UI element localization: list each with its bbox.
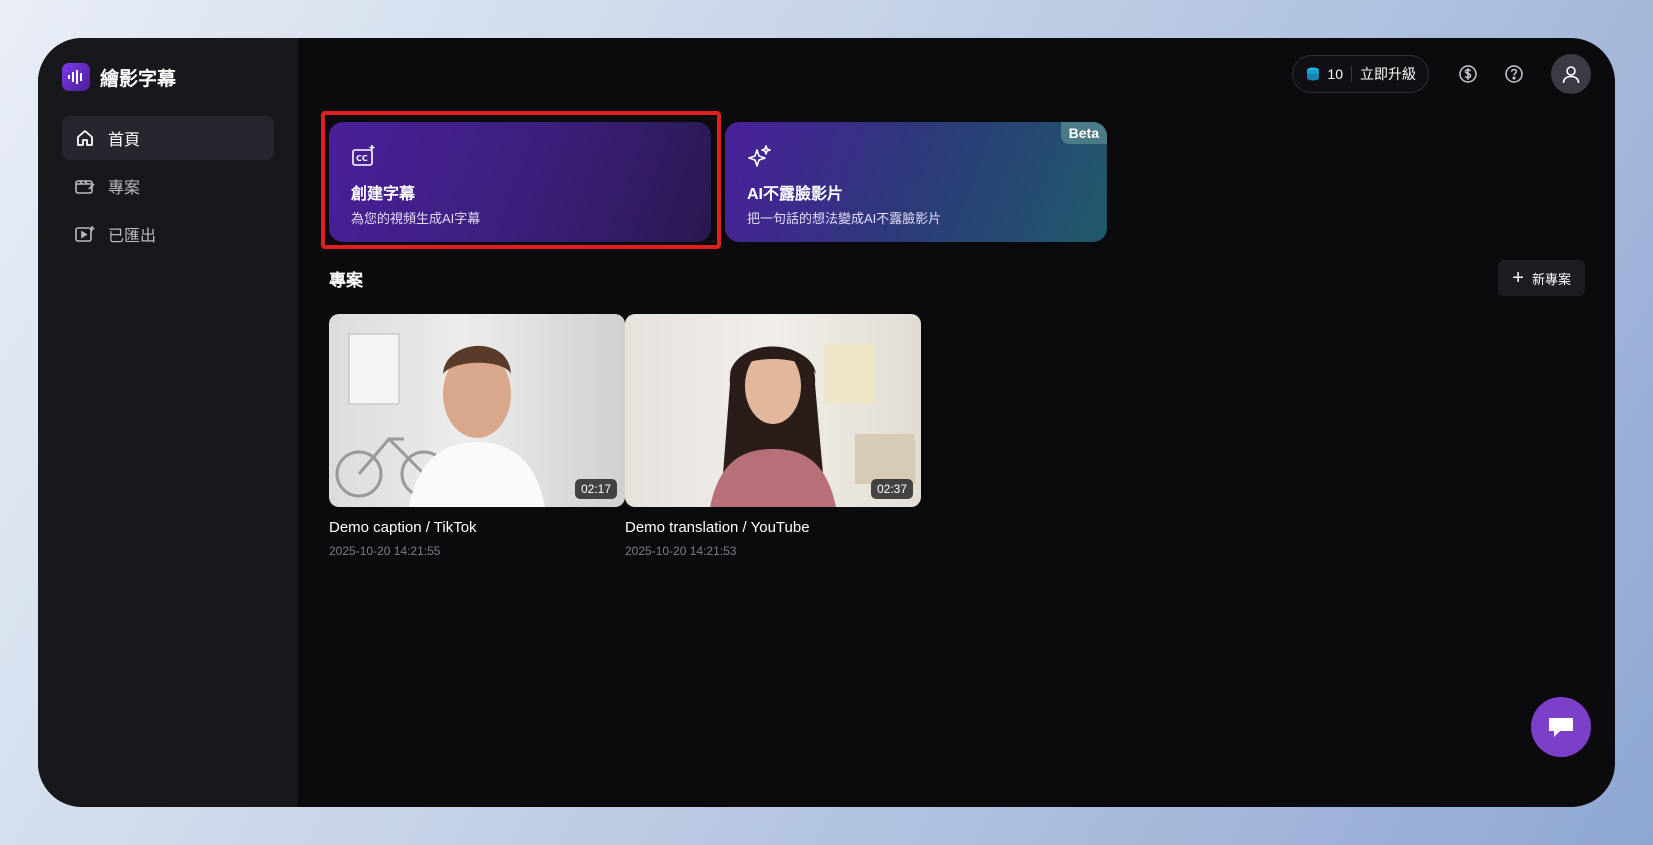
- projects-section-title: 專案: [329, 271, 363, 290]
- user-icon: [1562, 66, 1580, 84]
- app-name: 繪影字幕: [100, 68, 177, 90]
- project-card[interactable]: 02:37 Demo translation / YouTube 2025-10…: [625, 314, 921, 558]
- chat-support-button[interactable]: [1531, 697, 1591, 757]
- sidebar-item-projects[interactable]: 專案: [62, 164, 274, 208]
- create-subtitles-card[interactable]: CC 創建字幕 為您的視頻生成AI字幕: [329, 122, 711, 242]
- project-name: Demo caption / TikTok: [329, 519, 477, 536]
- sparkles-icon: [747, 144, 773, 170]
- home-icon: [74, 127, 96, 149]
- help-icon[interactable]: [1499, 59, 1529, 89]
- sidebar-item-exported[interactable]: 已匯出: [62, 212, 274, 256]
- duration-badge: 02:37: [870, 479, 913, 499]
- sidebar-item-home[interactable]: 首頁: [62, 116, 274, 160]
- brand[interactable]: 繪影字幕: [62, 62, 274, 92]
- plus-icon: +: [1512, 267, 1524, 289]
- upgrade-label: 立即升級: [1360, 66, 1416, 82]
- app-logo-icon: [62, 63, 90, 91]
- project-date: 2025-10-20 14:21:53: [625, 544, 737, 558]
- beta-badge: Beta: [1060, 122, 1107, 144]
- exported-icon: [74, 223, 96, 245]
- cc-icon: CC: [351, 144, 377, 170]
- chat-icon: [1549, 718, 1573, 737]
- card-title: AI不露臉影片: [747, 186, 844, 203]
- card-title: 創建字幕: [351, 186, 416, 203]
- project-thumbnail: 02:37: [625, 314, 921, 507]
- topbar: 10 立即升級: [1292, 54, 1591, 94]
- card-subtitle: 為您的視頻生成AI字幕: [351, 211, 481, 226]
- svg-text:CC: CC: [356, 154, 368, 163]
- projects-icon: [74, 175, 96, 197]
- project-card[interactable]: 02:17 Demo caption / TikTok 2025-10-20 1…: [329, 314, 625, 558]
- credits-count: 10: [1327, 66, 1343, 82]
- new-project-label: 新專案: [1531, 271, 1571, 287]
- divider: [1351, 66, 1352, 82]
- coins-icon: [1305, 66, 1321, 82]
- pricing-icon[interactable]: [1453, 59, 1483, 89]
- app-window: 繪影字幕 首頁 專案 已匯出 10 立即升級 CC 創建字幕 為您的視頻生成AI…: [38, 38, 1615, 807]
- card-subtitle: 把一句話的想法變成AI不露臉影片: [747, 211, 942, 226]
- user-avatar[interactable]: [1551, 54, 1591, 94]
- main-content: 10 立即升級 CC 創建字幕 為您的視頻生成AI字幕 Beta AI不露臉影片…: [298, 38, 1615, 807]
- duration-badge: 02:17: [574, 479, 617, 499]
- sidebar-item-label: 專案: [108, 180, 141, 197]
- sidebar-item-label: 已匯出: [108, 228, 157, 245]
- project-date: 2025-10-20 14:21:55: [329, 544, 441, 558]
- ai-faceless-video-card[interactable]: Beta AI不露臉影片 把一句話的想法變成AI不露臉影片: [725, 122, 1107, 242]
- project-thumbnail: 02:17: [329, 314, 625, 507]
- new-project-button[interactable]: + 新專案: [1498, 260, 1585, 296]
- project-name: Demo translation / YouTube: [625, 519, 810, 536]
- sidebar: 繪影字幕 首頁 專案 已匯出: [38, 38, 298, 807]
- sidebar-item-label: 首頁: [108, 132, 141, 149]
- credits-upgrade-button[interactable]: 10 立即升級: [1292, 55, 1429, 93]
